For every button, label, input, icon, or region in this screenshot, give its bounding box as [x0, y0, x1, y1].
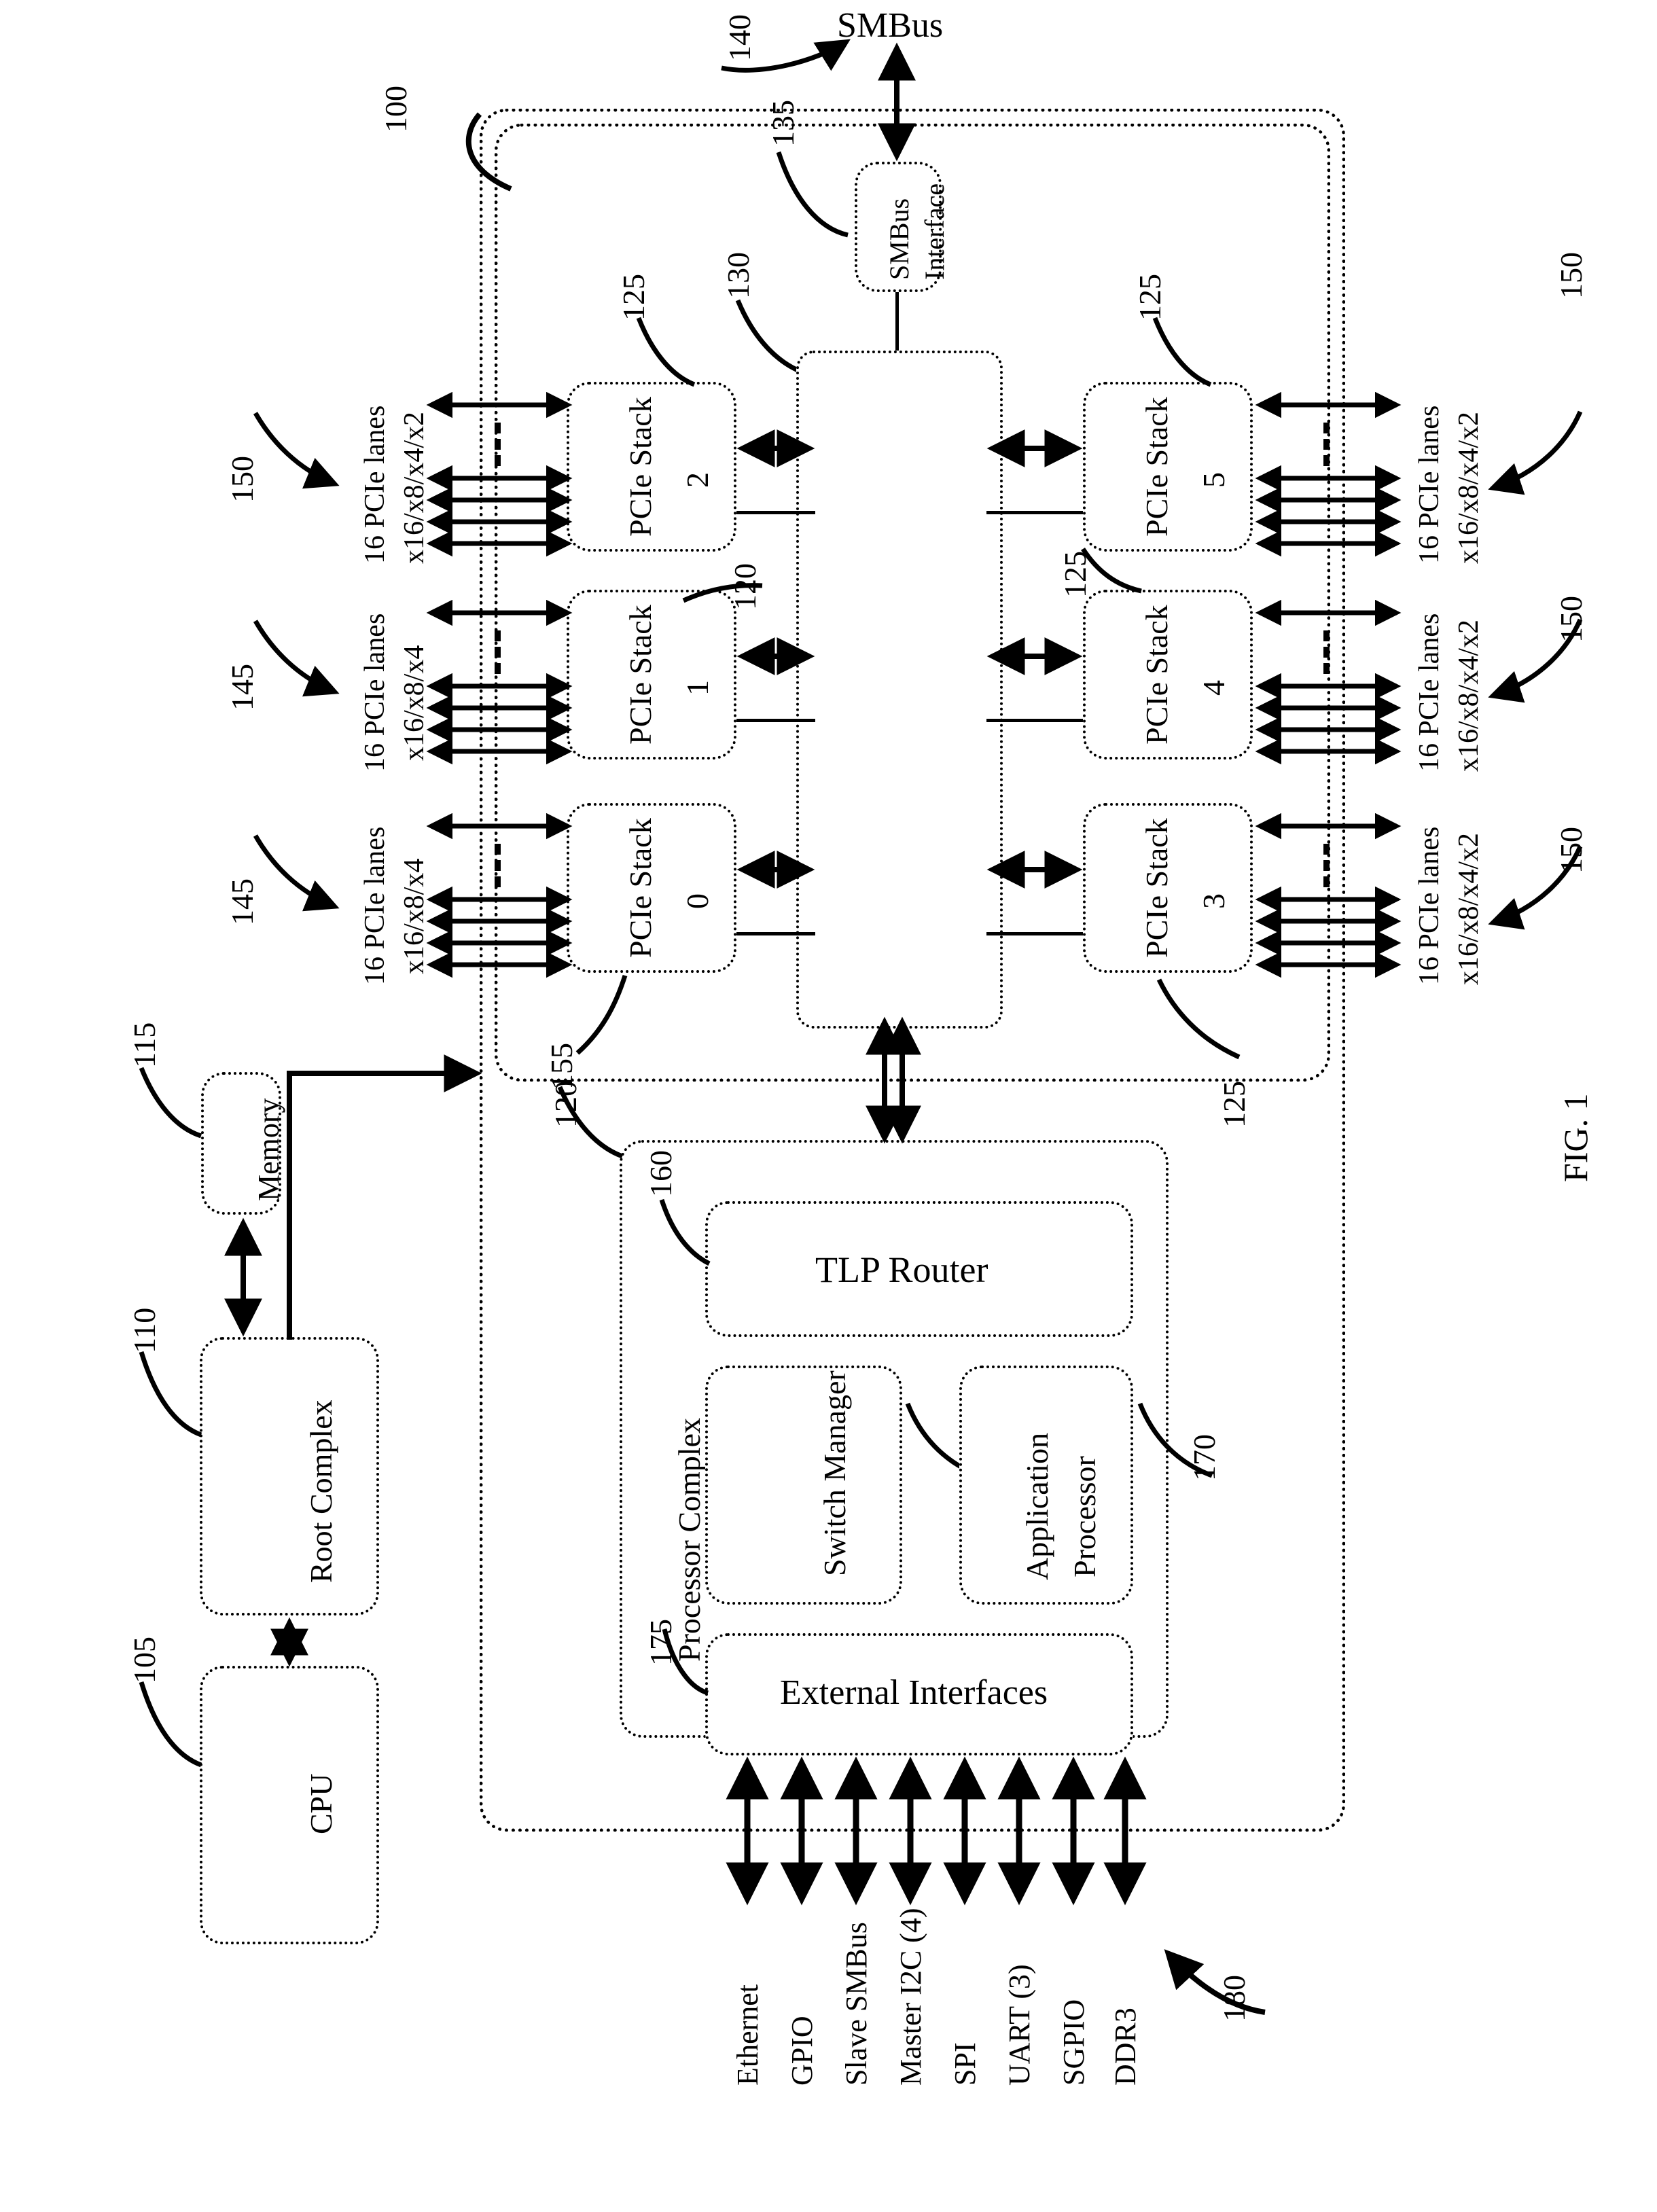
root-complex-to-switch-path: [287, 1054, 482, 1340]
external-signal-ethernet: Ethernet: [731, 1984, 764, 2086]
lane-label-right-top-line1: 16 PCIe lanes: [1414, 405, 1445, 564]
lane-label-right-bottom-line1: 16 PCIe lanes: [1414, 826, 1445, 985]
ref-175: 175: [643, 1619, 678, 1666]
switch-core-container: [796, 351, 1003, 1029]
switch-manager-label: Switch Manager: [817, 1370, 852, 1576]
stack1-core-line: [736, 719, 815, 722]
external-interfaces-label: External Interfaces: [780, 1673, 1048, 1712]
pcie-stack-3-index: 3: [1196, 893, 1231, 909]
ref-140: 140: [722, 14, 757, 61]
ref-145-left-middle: 145: [225, 664, 260, 711]
stack0-core-line: [736, 932, 815, 935]
ref-150-right-top-leader: [1488, 410, 1583, 495]
cpu-block: [200, 1666, 379, 1944]
ref-125-stack5: 125: [1133, 274, 1167, 321]
pcie-stack-4-label: PCIe Stack: [1139, 605, 1174, 745]
ref-150-right-top: 150: [1554, 252, 1588, 299]
lane-label-right-top-line2: x16/x8/x4/x2: [1453, 411, 1484, 564]
external-signal-sgpio: SGPIO: [1057, 1999, 1090, 2086]
ref-115-leader: [139, 1067, 202, 1139]
pcie-stack-4-index: 4: [1196, 680, 1231, 696]
ref-110: 110: [127, 1307, 162, 1353]
pcie-stack-5-index: 5: [1196, 472, 1231, 488]
ref-180: 180: [1217, 1975, 1251, 2022]
pcie-stack-2-index: 2: [680, 472, 715, 488]
pcie-stack-1-label: PCIe Stack: [623, 605, 658, 745]
cpu-label: CPU: [304, 1773, 338, 1834]
lane-label-left-middle-line2: x16/x8/x4: [399, 645, 430, 761]
ref-125-stack4: 125: [1058, 551, 1092, 598]
ref-145-left-bottom: 145: [225, 878, 260, 925]
ref-100: 100: [378, 86, 413, 132]
pcie-stack-0-label: PCIe Stack: [623, 818, 658, 958]
lane-label-left-middle-line1: 16 PCIe lanes: [359, 613, 391, 772]
lane-label-right-middle-line2: x16/x8/x4/x2: [1453, 619, 1484, 772]
ref-120-stack1: 120: [728, 563, 762, 610]
root-cpu-arrow: [270, 1617, 308, 1667]
stack4-core-line: [986, 719, 1083, 722]
ref-105: 105: [127, 1637, 162, 1683]
external-signal-gpio: GPIO: [785, 2016, 819, 2086]
ref-110-leader: [139, 1351, 202, 1438]
pcie-stack-2-label: PCIe Stack: [623, 397, 658, 537]
external-signal-master-i2c: Master I2C (4): [894, 1908, 927, 2086]
pcie-stack-1-index: 1: [680, 680, 715, 696]
ref-150-right-middle: 150: [1554, 596, 1588, 643]
lane-label-right-bottom-line2: x16/x8/x4/x2: [1453, 832, 1484, 985]
smbus-signal-label: SMBus: [837, 6, 944, 45]
smbus-interface-label-line1: SMBus: [884, 198, 914, 280]
external-signal-spi: SPI: [948, 2042, 982, 2086]
ref-115: 115: [127, 1022, 162, 1068]
stack5-core-line: [986, 511, 1083, 514]
ref-150-left-top: 150: [225, 456, 260, 503]
ref-160: 160: [643, 1150, 678, 1197]
external-signal-slave-smbus: Slave SMBus: [840, 1922, 873, 2086]
ref-130: 130: [721, 252, 755, 299]
ref-155: 155: [544, 1043, 579, 1090]
stack3-core-line: [986, 932, 1083, 935]
lane-label-right-middle-line1: 16 PCIe lanes: [1414, 613, 1445, 772]
ref-125-stack3: 125: [1217, 1081, 1251, 1128]
smbus-interface-label-line2: Interface: [919, 183, 950, 280]
ref-145-left-bottom-leader: [253, 834, 340, 912]
ref-150-left-leader: [253, 412, 340, 489]
ref-145-left-mid-leader: [253, 620, 340, 697]
memory-root-arrow: [224, 1217, 262, 1337]
switch-manager-block: [705, 1366, 902, 1605]
lane-label-left-bottom-line1: 16 PCIe lanes: [359, 826, 391, 985]
external-signal-ddr3: DDR3: [1109, 2008, 1142, 2086]
application-processor-label-line1: Application: [1020, 1432, 1054, 1580]
memory-label: Memory: [252, 1098, 285, 1201]
application-processor-label-line2: Processor: [1067, 1456, 1102, 1577]
tlp-router-label: TLP Router: [815, 1249, 988, 1290]
pcie-stack-5-label: PCIe Stack: [1139, 397, 1174, 537]
ref-135: 135: [766, 100, 800, 147]
root-complex-label: Root Complex: [304, 1399, 338, 1583]
pcie-stack-0-index: 0: [680, 893, 715, 909]
figure-label: FIG. 1: [1556, 1093, 1594, 1182]
ref-105-leader: [139, 1681, 202, 1768]
ref-150-right-bottom: 150: [1554, 827, 1588, 874]
ref-125-stack2: 125: [616, 274, 651, 321]
lane-label-left-top-line1: 16 PCIe lanes: [359, 405, 391, 564]
ref-170: 170: [1187, 1434, 1222, 1481]
external-signal-uart: UART (3): [1003, 1964, 1036, 2086]
pcie-stack-3-label: PCIe Stack: [1139, 818, 1174, 958]
lane-label-left-top-line2: x16/x8/x4/x2: [399, 411, 430, 564]
stack2-core-line: [736, 511, 815, 514]
lane-label-left-bottom-line2: x16/x8/x4: [399, 858, 430, 974]
root-complex-block: [200, 1337, 379, 1616]
